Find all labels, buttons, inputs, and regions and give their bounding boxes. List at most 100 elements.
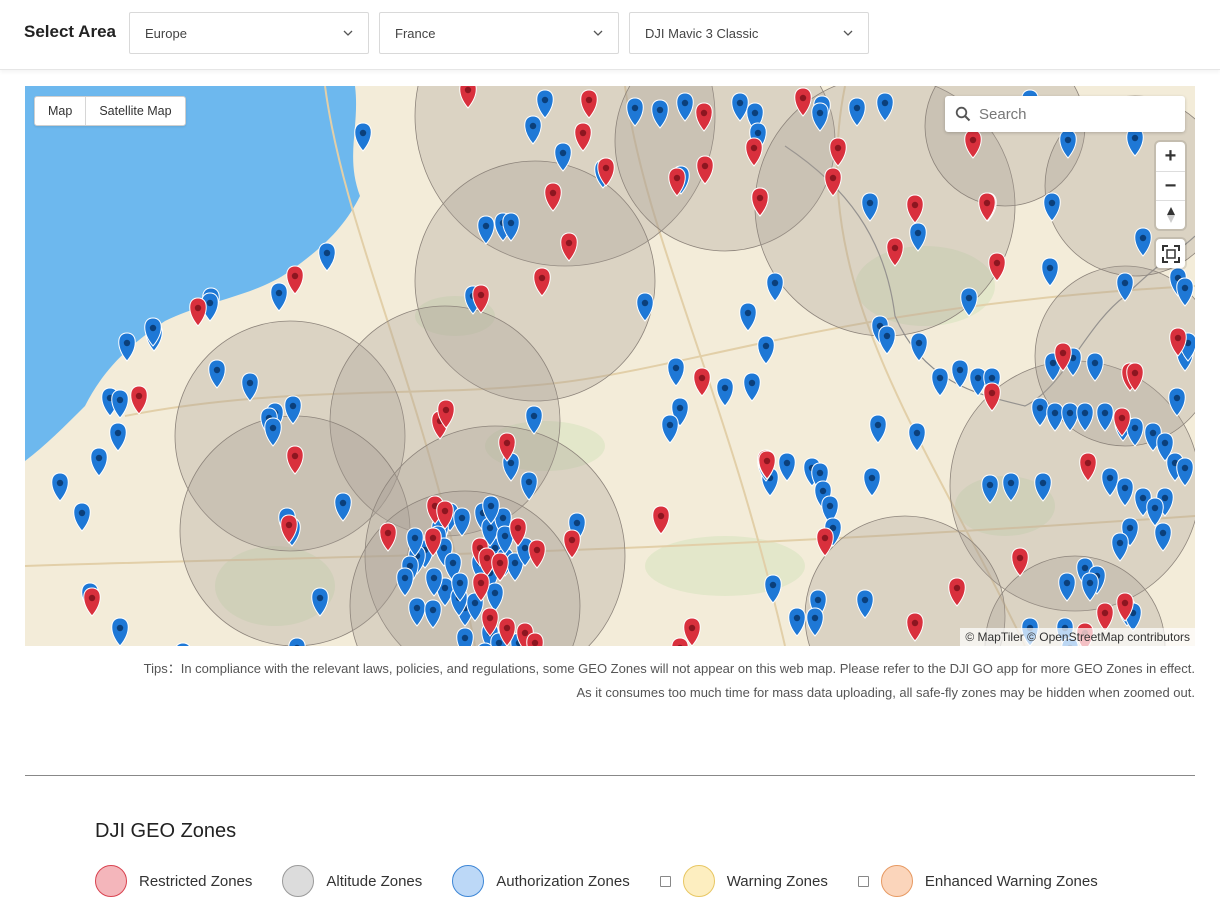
- drone-model-select[interactable]: DJI Mavic 3 Classic: [629, 12, 869, 54]
- map-tips: Tips：In compliance with the relevant law…: [95, 657, 1195, 705]
- legend-label: Enhanced Warning Zones: [924, 872, 1098, 890]
- authorization-zone-pin[interactable]: [764, 574, 782, 604]
- pin-dot: [811, 614, 819, 622]
- authorization-zone-pin[interactable]: [743, 372, 761, 402]
- pin-dot: [464, 86, 472, 94]
- authorization-zone-pin[interactable]: [51, 472, 69, 502]
- compass-reset-button[interactable]: [1156, 200, 1185, 229]
- legend-label: Restricted Zones: [139, 872, 253, 890]
- pin-dot: [316, 594, 324, 602]
- pin-dot: [477, 579, 485, 587]
- pin-dot: [291, 272, 299, 280]
- map-type-toggle[interactable]: Map Satellite Map: [34, 96, 186, 126]
- authorization-zone-pin[interactable]: [354, 122, 372, 152]
- legend-item-authorization: Authorization Zones: [452, 865, 630, 897]
- pin-dot: [116, 396, 124, 404]
- enhanced-warning-zones-checkbox[interactable]: [857, 875, 869, 887]
- restricted-zone-pin[interactable]: [671, 637, 689, 646]
- map-attribution[interactable]: © MapTiler © OpenStreetMap contributors: [960, 628, 1195, 646]
- pin-dot: [1036, 404, 1044, 412]
- pin-dot: [1039, 479, 1047, 487]
- pin-dot: [819, 487, 827, 495]
- pin-dot: [1118, 414, 1126, 422]
- authorization-zone-pin[interactable]: [111, 617, 129, 646]
- pin-dot: [657, 512, 665, 520]
- pin-dot: [430, 574, 438, 582]
- authorization-zone-pin[interactable]: [863, 467, 881, 497]
- restricted-zone-pin[interactable]: [693, 367, 711, 397]
- pin-dot: [503, 439, 511, 447]
- pin-dot: [1016, 554, 1024, 562]
- authorization-zone-pin[interactable]: [878, 325, 896, 355]
- tips-line-2: As it consumes too much time for mass da…: [576, 685, 1195, 700]
- authorization-zone-pin[interactable]: [1041, 257, 1059, 287]
- map-type-satellite-button[interactable]: Satellite Map: [85, 97, 184, 125]
- fullscreen-button[interactable]: [1156, 239, 1185, 268]
- authorization-zone-pin[interactable]: [766, 272, 784, 302]
- legend-item-enhanced-warning[interactable]: Enhanced Warning Zones: [857, 865, 1098, 897]
- map-search[interactable]: [945, 96, 1185, 132]
- authorization-zone-pin[interactable]: [318, 242, 336, 272]
- pin-dot: [123, 339, 131, 347]
- pin-dot: [507, 219, 515, 227]
- pin-dot: [821, 534, 829, 542]
- zoom-out-button[interactable]: −: [1156, 171, 1185, 200]
- pin-dot: [549, 189, 557, 197]
- pin-dot: [853, 104, 861, 112]
- pin-dot: [413, 604, 421, 612]
- authorization-zone-pin[interactable]: [931, 367, 949, 397]
- restricted-zone-pin[interactable]: [130, 385, 148, 415]
- pin-dot: [816, 469, 824, 477]
- authorization-zone-pin[interactable]: [910, 332, 928, 362]
- pin-dot: [883, 332, 891, 340]
- pin-dot: [565, 239, 573, 247]
- authorization-zone-pin[interactable]: [288, 637, 306, 646]
- pin-dot: [525, 478, 533, 486]
- restricted-zone-pin[interactable]: [286, 265, 304, 295]
- map-canvas[interactable]: [25, 86, 1195, 646]
- pin-dot: [291, 452, 299, 460]
- authorization-zone-pin[interactable]: [869, 414, 887, 444]
- pin-dot: [246, 379, 254, 387]
- legend-item-warning[interactable]: Warning Zones: [659, 865, 828, 897]
- pin-dot: [1101, 609, 1109, 617]
- authorization-zone-pin[interactable]: [270, 282, 288, 312]
- pin-dot: [1059, 349, 1067, 357]
- pin-dot: [1121, 599, 1129, 607]
- authorization-zone-pin[interactable]: [118, 332, 136, 362]
- restricted-zone-pin[interactable]: [189, 297, 207, 327]
- country-select[interactable]: France: [379, 12, 619, 54]
- legend-title: DJI GEO Zones: [95, 820, 237, 842]
- authorization-zone-pin[interactable]: [175, 642, 192, 646]
- authorization-zone-pin[interactable]: [716, 377, 734, 407]
- pin-dot: [986, 481, 994, 489]
- pin-dot: [834, 144, 842, 152]
- map-type-map-button[interactable]: Map: [35, 97, 85, 125]
- region-select[interactable]: Europe: [129, 12, 369, 54]
- altitude-zone-swatch: [282, 865, 315, 897]
- pin-dot: [1121, 484, 1129, 492]
- authorization-zone-pin[interactable]: [951, 359, 969, 389]
- authorization-zone-pin[interactable]: [111, 389, 129, 419]
- pin-dot: [762, 342, 770, 350]
- geo-zone-map[interactable]: Map Satellite Map + − © MapTiler © OpenS…: [25, 86, 1195, 646]
- pin-dot: [1084, 459, 1092, 467]
- pin-dot: [1126, 524, 1134, 532]
- pin-dot: [568, 536, 576, 544]
- zoom-in-button[interactable]: +: [1156, 142, 1185, 171]
- authorization-zone-pin[interactable]: [788, 607, 806, 637]
- authorization-zone-pin[interactable]: [661, 414, 679, 444]
- search-input[interactable]: [979, 105, 1169, 123]
- pin-dot: [911, 201, 919, 209]
- authorization-zone-pin[interactable]: [739, 302, 757, 332]
- restricted-zone-pin[interactable]: [652, 505, 670, 535]
- authorization-zone-pin[interactable]: [757, 335, 775, 365]
- restricted-zone-pin[interactable]: [83, 587, 101, 617]
- pin-dot: [911, 619, 919, 627]
- authorization-zone-pin[interactable]: [778, 452, 796, 482]
- warning-zones-checkbox[interactable]: [659, 875, 671, 887]
- pin-dot: [471, 599, 479, 607]
- pin-dot: [750, 144, 758, 152]
- authorization-zone-pin[interactable]: [667, 357, 685, 387]
- authorization-zone-pin[interactable]: [73, 502, 91, 532]
